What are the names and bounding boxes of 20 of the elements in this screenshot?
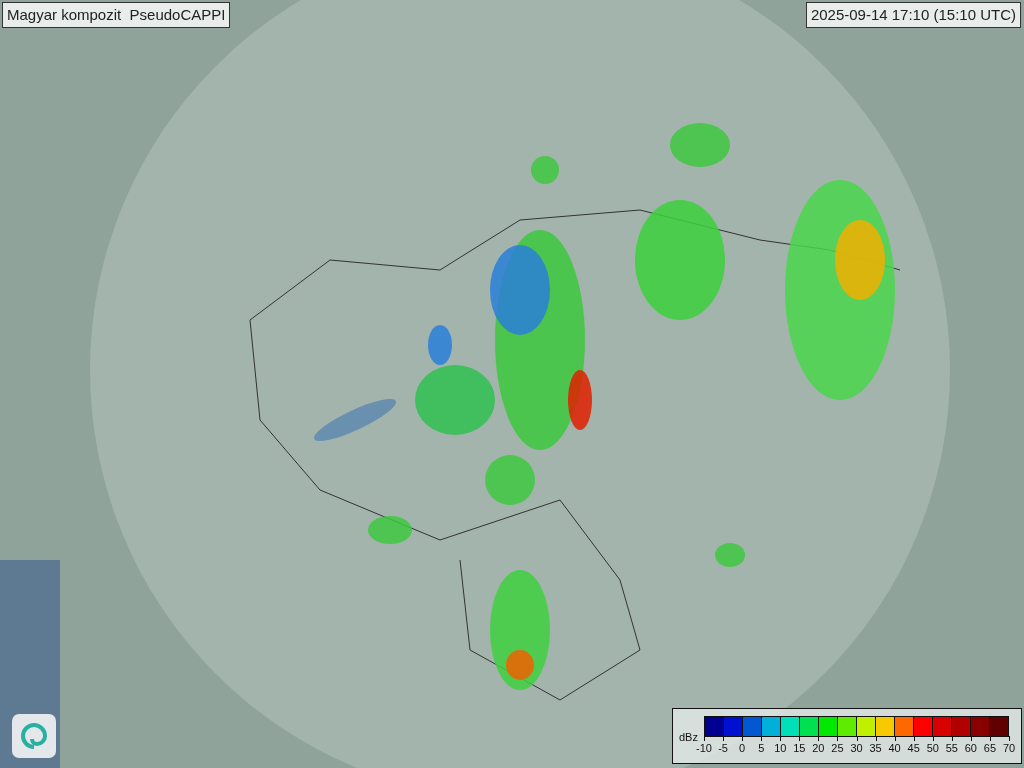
unit-label: dBz [679,731,698,743]
tick-label: 25 [831,742,844,754]
map-title: Magyar kompozit PseudoCAPPI [2,2,231,28]
tick-label: 70 [1002,742,1016,754]
tick-label: 50 [926,742,939,754]
tick-label: 55 [945,742,958,754]
tick-label: 45 [907,742,920,754]
tick-label: -5 [718,742,728,754]
tick-label: 30 [850,742,863,754]
tick-label: 60 [964,742,977,754]
tick-label: 5 [758,742,765,754]
tick-label: 10 [774,742,787,754]
tick-label: 65 [983,742,997,754]
tick-label: 40 [888,742,901,754]
tick-label: 20 [812,742,825,754]
tick-label: -10 [696,742,712,754]
timestamp-label: 2025-09-14 17:10 (15:10 UTC) [805,2,1021,28]
tick-label: 0 [739,742,746,754]
tick-label: 15 [793,742,806,754]
tick-label: 35 [869,742,882,754]
